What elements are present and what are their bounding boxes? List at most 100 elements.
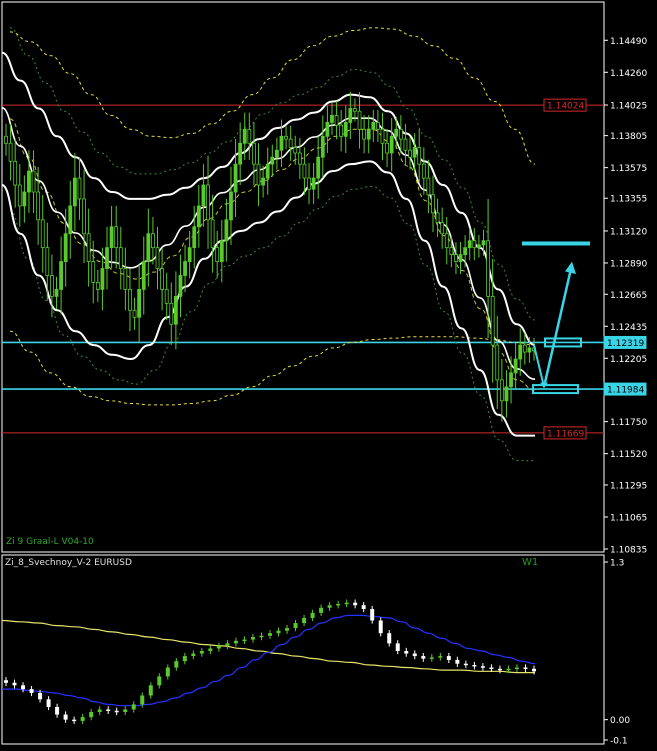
sub-candle-body	[165, 667, 170, 677]
main-candle-body	[417, 147, 422, 165]
main-candle-body	[444, 233, 449, 249]
arrow-up-line	[543, 268, 573, 383]
sub-candle-body	[208, 648, 213, 651]
sub-tick-label: -0.1	[610, 737, 628, 747]
main-candle-body	[151, 233, 155, 249]
main-candle-body	[486, 240, 490, 297]
main-candle-body	[17, 184, 22, 207]
main-candle-body	[458, 254, 463, 262]
sub-candle-body	[46, 699, 51, 707]
main-candle-body	[242, 128, 247, 144]
sub-candle-body	[12, 682, 17, 686]
sub-candle-body	[404, 651, 409, 654]
sub-candle-body	[72, 719, 77, 722]
sub-yellow-line	[1, 619, 535, 674]
main-candle-body	[371, 121, 376, 130]
sub-candle-body	[233, 640, 238, 644]
main-candle-body	[141, 261, 146, 290]
sub-candle-body	[523, 667, 528, 670]
sub-candle-body	[140, 695, 145, 705]
sub-candle-body	[131, 704, 136, 710]
sub-candle-body	[378, 620, 383, 634]
main-candle-body	[316, 156, 321, 179]
main-candle-body	[343, 121, 348, 137]
main-candle-body	[82, 198, 86, 235]
chart-canvas: 1.14490 1.14260 1.14025 1.13805 1.13575 1.133…	[0, 0, 657, 747]
main-candle-body	[31, 170, 36, 193]
sub-candle-body	[80, 717, 85, 721]
main-candle-body	[22, 191, 27, 207]
main-indicator-label: Zi 9 Graal-L V04-10	[6, 537, 94, 547]
main-candle-body	[206, 184, 210, 221]
main-candle-body	[518, 344, 523, 360]
main-candle-body	[105, 247, 109, 269]
outer-band-upper	[9, 27, 536, 165]
main-candle-body	[256, 163, 261, 186]
main-candle-body	[164, 289, 169, 304]
main-candle-body	[233, 163, 238, 193]
sub-candle-body	[21, 685, 26, 690]
sub-candle-body	[455, 659, 460, 664]
main-candle-body	[403, 138, 408, 151]
main-candle-body	[50, 275, 54, 297]
sub-candle-body	[361, 605, 366, 610]
sub-candle-body	[191, 653, 196, 657]
envelope-lower	[1, 160, 535, 437]
main-candle-body	[394, 128, 399, 137]
sub-candle-body	[319, 607, 324, 613]
sub-blue-line	[1, 614, 536, 707]
main-candle-body	[128, 289, 132, 311]
main-candle-body	[284, 135, 288, 140]
sub-candle-body	[429, 657, 434, 659]
main-candle-body	[307, 177, 311, 190]
main-candle-body	[173, 295, 178, 325]
sub-candle-body	[157, 676, 162, 686]
main-candle-body	[334, 115, 339, 126]
main-candle-body	[45, 247, 50, 276]
main-candle-body	[513, 358, 518, 374]
sub-candle-body	[276, 630, 281, 634]
sub-candle-body	[395, 643, 400, 651]
sub-candle-body	[268, 633, 272, 636]
main-candle-body	[59, 261, 63, 290]
main-candle-body	[252, 142, 256, 165]
main-candle-body	[68, 205, 73, 235]
sub-candle-body	[412, 653, 417, 657]
envelope-upper	[1, 51, 536, 347]
main-candle-body	[36, 191, 41, 221]
main-candle-body	[238, 142, 243, 165]
sub-candle-body	[370, 609, 375, 621]
main-candle-body	[385, 142, 389, 154]
main-candle-body	[160, 268, 165, 290]
main-candle-body	[132, 309, 137, 318]
main-candle-body	[311, 177, 316, 190]
main-candle-body	[118, 247, 123, 269]
main-candle-body	[435, 212, 440, 224]
main-candle-body	[522, 344, 527, 353]
envelope-mid	[1, 107, 536, 380]
y-tick-label: 1.10835	[610, 546, 647, 556]
arrow-up-head	[565, 261, 576, 275]
main-candle-body	[109, 226, 114, 249]
sub-candle-body	[310, 612, 315, 618]
main-candles	[4, 91, 536, 422]
sub-candle-body	[55, 706, 60, 715]
sub-candle-body	[489, 667, 494, 670]
main-candle-body	[215, 247, 220, 262]
y-tick-label: 1.11750	[610, 418, 647, 428]
main-candle-body	[155, 247, 160, 269]
main-candle-body	[357, 110, 362, 130]
main-candle-body	[302, 163, 307, 179]
y-tick-label: 1.14260	[610, 69, 647, 79]
main-candle-body	[91, 261, 96, 283]
sub-candle-body	[472, 664, 477, 667]
sub-candle-body	[532, 668, 536, 672]
main-candle-body	[100, 268, 105, 290]
main-candle-body	[40, 219, 45, 249]
main-candle-body	[463, 247, 468, 256]
main-candle-body	[421, 163, 426, 179]
main-candle-body	[339, 124, 344, 137]
sub-candle-body	[106, 709, 111, 711]
main-candle-body	[481, 240, 486, 246]
main-candle-body	[509, 372, 513, 388]
